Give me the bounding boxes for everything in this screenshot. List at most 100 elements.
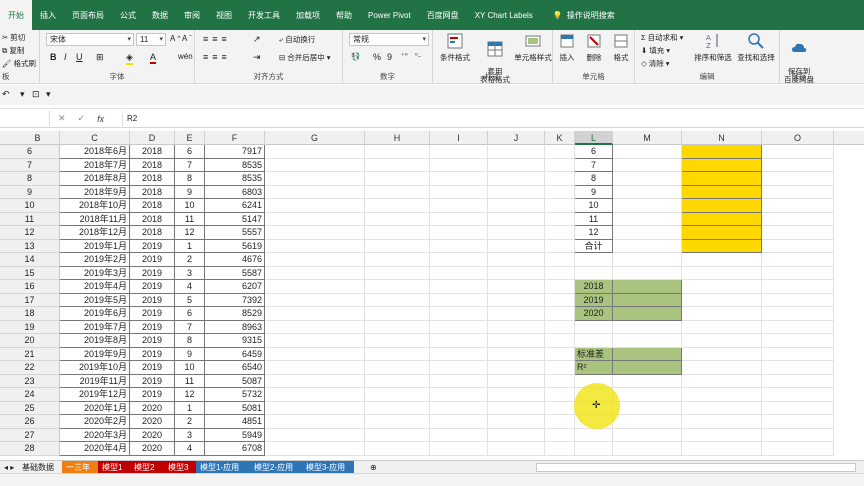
cell-empty[interactable] xyxy=(365,388,430,402)
cell-value[interactable]: 5619 xyxy=(205,239,265,253)
cell-month[interactable]: 2019年10月 xyxy=(60,361,130,375)
cell-l[interactable]: 9 xyxy=(575,185,613,199)
cell-empty[interactable] xyxy=(545,239,575,253)
cell-month-number[interactable]: 5 xyxy=(175,293,205,307)
cell-empty[interactable] xyxy=(265,347,365,361)
cell-month[interactable]: 2018年9月 xyxy=(60,185,130,199)
cell-empty[interactable] xyxy=(488,388,545,402)
cell-value[interactable]: 5557 xyxy=(205,226,265,240)
cell-month-number[interactable]: 1 xyxy=(175,401,205,415)
row-header[interactable]: 20 xyxy=(0,334,60,348)
cell-n[interactable] xyxy=(682,158,762,172)
cell-empty[interactable] xyxy=(488,374,545,388)
cell-empty[interactable] xyxy=(430,347,488,361)
cell-l[interactable]: 标准差 xyxy=(575,347,613,361)
cell-m[interactable] xyxy=(613,361,682,375)
delete-cells-button[interactable]: 删除 xyxy=(580,32,608,63)
cell-month[interactable]: 2019年7月 xyxy=(60,320,130,334)
cell-empty[interactable] xyxy=(365,401,430,415)
tab-6[interactable]: 视图 xyxy=(208,0,240,30)
screenshot-icon[interactable]: ⊡ xyxy=(32,89,40,100)
column-header-j[interactable]: J xyxy=(488,131,545,145)
cell-month[interactable]: 2019年2月 xyxy=(60,253,130,267)
cell-empty[interactable] xyxy=(488,361,545,375)
currency-icon[interactable]: 💱 xyxy=(351,52,360,61)
cell-year[interactable]: 2020 xyxy=(130,401,175,415)
indent-icon[interactable]: ⇥ xyxy=(253,52,261,63)
cell-m[interactable] xyxy=(613,415,682,429)
cell-value[interactable]: 4676 xyxy=(205,253,265,267)
cell-year[interactable]: 2020 xyxy=(130,415,175,429)
cell-empty[interactable] xyxy=(545,388,575,402)
column-header-b[interactable]: B xyxy=(16,131,60,145)
cell-value[interactable]: 5147 xyxy=(205,212,265,226)
cell-o[interactable] xyxy=(762,361,834,375)
cell-empty[interactable] xyxy=(365,226,430,240)
cell-n[interactable] xyxy=(682,172,762,186)
column-header-l[interactable]: L xyxy=(575,131,613,145)
cell-empty[interactable] xyxy=(365,172,430,186)
find-select-button[interactable]: 查找和选择 xyxy=(735,32,777,63)
cell-m[interactable] xyxy=(613,307,682,321)
cell-month[interactable]: 2019年4月 xyxy=(60,280,130,294)
cell-value[interactable]: 8529 xyxy=(205,307,265,321)
cell-l[interactable]: 2020 xyxy=(575,307,613,321)
row-header[interactable]: 15 xyxy=(0,266,60,280)
cell-l[interactable] xyxy=(575,266,613,280)
row-header[interactable]: 24 xyxy=(0,388,60,402)
row-header[interactable]: 9 xyxy=(0,185,60,199)
cell-empty[interactable] xyxy=(545,293,575,307)
format-cells-button[interactable]: 格式 xyxy=(607,32,635,63)
cell-l[interactable] xyxy=(575,253,613,267)
cell-l[interactable] xyxy=(575,334,613,348)
cell-empty[interactable] xyxy=(265,401,365,415)
cell-l[interactable] xyxy=(575,320,613,334)
tab-11[interactable]: 百度网盘 xyxy=(419,0,467,30)
cell-empty[interactable] xyxy=(365,239,430,253)
cell-month[interactable]: 2018年7月 xyxy=(60,158,130,172)
cell-empty[interactable] xyxy=(265,199,365,213)
cell-empty[interactable] xyxy=(545,307,575,321)
cell-empty[interactable] xyxy=(365,442,430,456)
cell-empty[interactable] xyxy=(265,145,365,159)
cell-o[interactable] xyxy=(762,442,834,456)
row-header[interactable]: 26 xyxy=(0,415,60,429)
number-format-combo[interactable]: 常规 ▾ xyxy=(349,33,429,46)
cell-empty[interactable] xyxy=(365,199,430,213)
cell-o[interactable] xyxy=(762,212,834,226)
cell-n[interactable] xyxy=(682,347,762,361)
cell-month-number[interactable]: 6 xyxy=(175,145,205,159)
cell-empty[interactable] xyxy=(488,226,545,240)
cell-m[interactable] xyxy=(613,253,682,267)
cell-m[interactable] xyxy=(613,158,682,172)
row-header[interactable]: 17 xyxy=(0,293,60,307)
row-header[interactable]: 13 xyxy=(0,239,60,253)
cell-m[interactable] xyxy=(613,442,682,456)
cell-m[interactable] xyxy=(613,347,682,361)
row-header[interactable]: 21 xyxy=(0,347,60,361)
phonetic-icon[interactable]: wén xyxy=(178,52,193,61)
cell-empty[interactable] xyxy=(488,145,545,159)
cell-month-number[interactable]: 7 xyxy=(175,158,205,172)
cell-empty[interactable] xyxy=(265,415,365,429)
column-header-f[interactable]: F xyxy=(205,131,265,145)
cell-o[interactable] xyxy=(762,199,834,213)
cell-month[interactable]: 2019年3月 xyxy=(60,266,130,280)
cell-m[interactable] xyxy=(613,280,682,294)
cell-o[interactable] xyxy=(762,185,834,199)
cell-value[interactable]: 5732 xyxy=(205,388,265,402)
cell-empty[interactable] xyxy=(545,442,575,456)
formula-input[interactable]: R2 xyxy=(122,111,862,126)
cell-month-number[interactable]: 3 xyxy=(175,428,205,442)
tab-3[interactable]: 公式 xyxy=(112,0,144,30)
cell-month[interactable]: 2020年3月 xyxy=(60,428,130,442)
cell-empty[interactable] xyxy=(430,185,488,199)
customize-qat-icon[interactable]: ▾ xyxy=(46,89,51,100)
cell-l[interactable]: 8 xyxy=(575,172,613,186)
cell-empty[interactable] xyxy=(545,185,575,199)
cell-empty[interactable] xyxy=(265,172,365,186)
cell-empty[interactable] xyxy=(365,374,430,388)
cell-month[interactable]: 2018年11月 xyxy=(60,212,130,226)
cell-empty[interactable] xyxy=(545,226,575,240)
cell-empty[interactable] xyxy=(545,334,575,348)
